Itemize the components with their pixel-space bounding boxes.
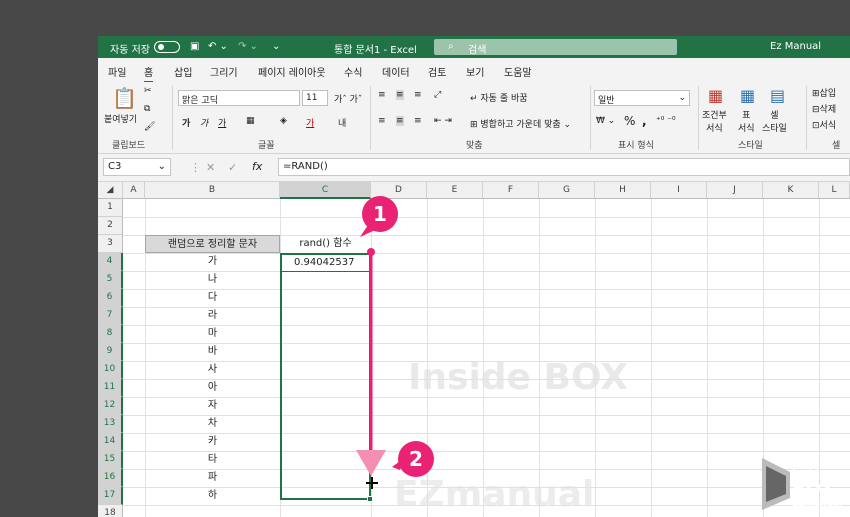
drag-arrow-head [356, 450, 386, 476]
crosshair-cursor-icon [366, 477, 378, 489]
insidebox-logo: Inside BOX EZmanual [762, 458, 842, 510]
callout-1: 1 [362, 196, 398, 232]
svg-text:EZmanual: EZmanual [792, 499, 842, 509]
annotation-overlay [356, 216, 404, 489]
svg-text:BOX: BOX [792, 478, 834, 499]
callout-2: 2 [398, 441, 434, 477]
drag-start-dot [367, 248, 375, 256]
